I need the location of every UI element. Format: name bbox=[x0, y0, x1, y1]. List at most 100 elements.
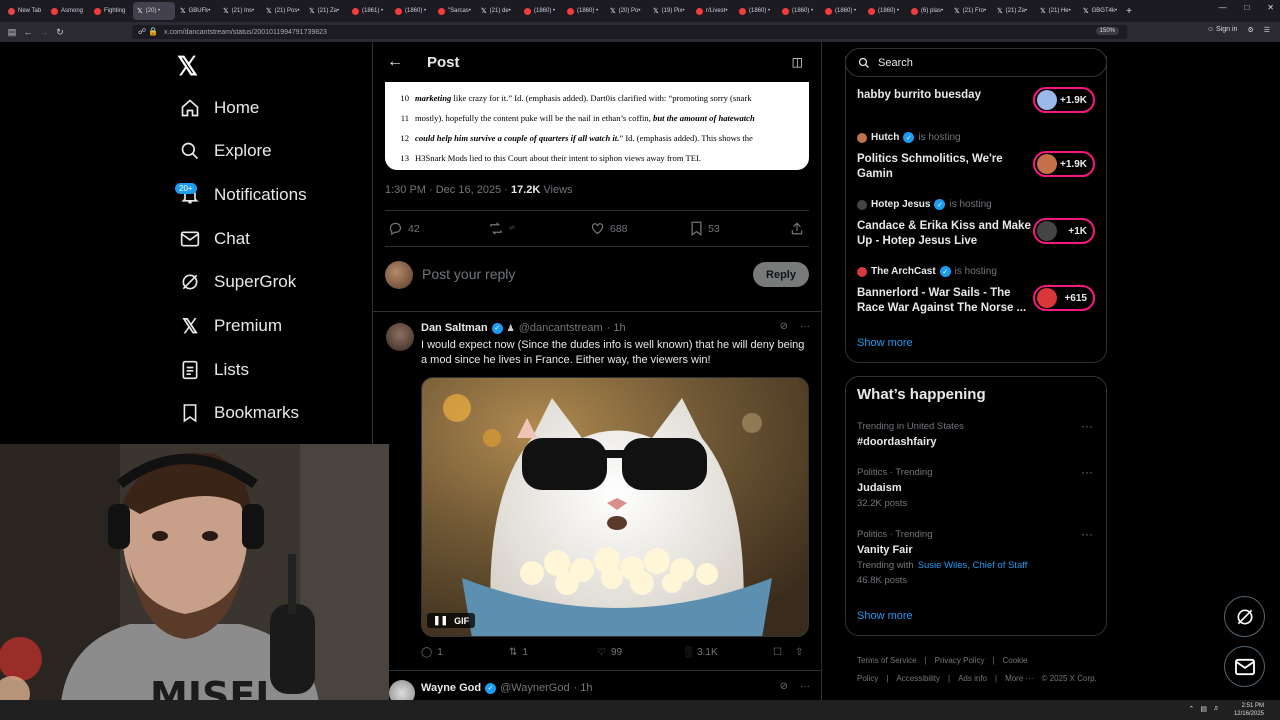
trending-with-links[interactable]: Susie Wiles, Chief of Staff bbox=[918, 560, 1028, 571]
space-listeners-pill[interactable]: +1.9K bbox=[1033, 151, 1095, 177]
minimize-icon[interactable]: — bbox=[1218, 3, 1226, 12]
nav-item-notifications[interactable]: 20+ Notifications bbox=[175, 180, 307, 210]
like-action[interactable]: 688 bbox=[590, 221, 628, 236]
nav-item-explore[interactable]: Explore bbox=[180, 136, 272, 166]
browser-tab[interactable]: (1860) • bbox=[778, 2, 820, 20]
more-icon[interactable]: ··· bbox=[1081, 527, 1093, 541]
volume-icon[interactable]: ♬ bbox=[1213, 705, 1220, 713]
avatar[interactable] bbox=[386, 323, 414, 351]
space-host[interactable]: Hutch ✓ is hosting bbox=[857, 132, 961, 143]
bookmark-action[interactable]: ☐ bbox=[773, 647, 782, 658]
browser-tab[interactable]: 𝕏 (19) Pix• bbox=[649, 2, 691, 20]
zoom-level[interactable]: 150% bbox=[1095, 27, 1119, 35]
reply-action[interactable]: 42 bbox=[388, 221, 420, 236]
views-action[interactable]: ░ 3.1K bbox=[685, 647, 718, 658]
trend-name[interactable]: Judaism bbox=[857, 482, 902, 494]
clock[interactable]: 2:51 PM 12/16/2025 bbox=[1234, 702, 1264, 718]
reply-button[interactable]: Reply bbox=[753, 262, 809, 287]
space-host[interactable]: Hotep Jesus ✓ is hosting bbox=[857, 199, 992, 210]
reply-time[interactable]: · 1h bbox=[607, 322, 626, 334]
space-listeners-pill[interactable]: +1K bbox=[1033, 218, 1095, 244]
messages-fab-button[interactable] bbox=[1224, 646, 1265, 687]
footer-link[interactable]: © 2025 X Corp. bbox=[1042, 674, 1097, 683]
reader-mode-icon[interactable]: ◫ bbox=[792, 55, 803, 69]
space-title[interactable]: Bannerlord - War Sails - The Race War Ag… bbox=[857, 286, 1032, 316]
pause-icon[interactable]: ❚❚ bbox=[433, 615, 448, 626]
chevron-up-icon[interactable]: ⌃ bbox=[1189, 705, 1195, 713]
footer-link[interactable]: Accessibility bbox=[896, 674, 940, 683]
browser-tab[interactable]: (1860) • bbox=[821, 2, 863, 20]
browser-tab[interactable]: 𝕏 (21) He• bbox=[1036, 2, 1078, 20]
space-title[interactable]: Politics Schmolitics, We're Gamin bbox=[857, 152, 1032, 182]
trend-name[interactable]: #doordashfairy bbox=[857, 436, 936, 448]
more-icon[interactable]: ··· bbox=[1081, 465, 1093, 479]
browser-tab[interactable]: (1861) • bbox=[348, 2, 390, 20]
extensions-icon[interactable]: ⚙ bbox=[1247, 26, 1253, 34]
account-icon[interactable]: ☺ Sign in bbox=[1207, 26, 1238, 34]
author-handle[interactable]: @WaynerGod bbox=[500, 682, 569, 694]
like-action[interactable]: ♡ 99 bbox=[597, 647, 622, 658]
gif-media[interactable] bbox=[421, 377, 809, 637]
browser-tab[interactable]: (1860) • bbox=[864, 2, 906, 20]
space-listeners-pill[interactable]: +615 bbox=[1033, 285, 1095, 311]
grok-icon[interactable]: ⊘ bbox=[780, 321, 788, 332]
footer-link[interactable]: Terms of Service bbox=[857, 656, 917, 665]
network-icon[interactable]: ▤ bbox=[1200, 705, 1207, 713]
trend-name[interactable]: Vanity Fair bbox=[857, 544, 913, 556]
nav-item-home[interactable]: Home bbox=[180, 93, 259, 123]
reply-input[interactable]: Post your reply bbox=[422, 266, 515, 282]
document-image[interactable]: 10 marketing like crazy for it.” Id. (emp… bbox=[385, 82, 809, 170]
browser-tab[interactable]: 𝕏 (20) Po• bbox=[606, 2, 648, 20]
reply-time[interactable]: · 1h bbox=[574, 682, 593, 694]
browser-tab[interactable]: Asmong bbox=[47, 2, 89, 20]
repost-action[interactable]: ⁴⁰ bbox=[488, 221, 515, 236]
space-title[interactable]: Candace & Erika Kiss and Make Up - Hotep… bbox=[857, 219, 1032, 249]
grok-icon[interactable]: ⊘ bbox=[780, 681, 788, 692]
footer-link[interactable]: More ··· bbox=[1005, 674, 1033, 683]
nav-item-lists[interactable]: Lists bbox=[180, 355, 249, 385]
author-name[interactable]: Dan Saltman bbox=[421, 322, 488, 334]
grok-fab-button[interactable] bbox=[1224, 596, 1265, 637]
browser-tab[interactable]: 𝕏 GBUFk• bbox=[176, 2, 218, 20]
new-tab-icon[interactable]: + bbox=[1126, 6, 1132, 17]
browser-tab[interactable]: 𝕏 (21) Ins• bbox=[219, 2, 261, 20]
repost-action[interactable]: ⇅ 1 bbox=[509, 647, 528, 658]
author-name[interactable]: Wayne God bbox=[421, 682, 481, 694]
browser-tab[interactable]: (1860) • bbox=[391, 2, 433, 20]
bookmark-action[interactable]: 53 bbox=[690, 221, 720, 236]
footer-link[interactable]: Privacy Policy bbox=[935, 656, 985, 665]
browser-tab[interactable]: 𝕏 (21) Fro• bbox=[950, 2, 992, 20]
space-listeners-pill[interactable]: +1.9K bbox=[1033, 87, 1095, 113]
nav-item-bookmarks[interactable]: Bookmarks bbox=[180, 398, 299, 428]
reload-icon[interactable]: ↻ bbox=[52, 27, 68, 38]
browser-tab[interactable]: "Sarcas• bbox=[434, 2, 476, 20]
browser-tab[interactable]: 𝕏 (21) Za• bbox=[305, 2, 347, 20]
share-action[interactable]: ⇧ bbox=[795, 647, 803, 658]
browser-tab[interactable]: 𝕏 (21) de• bbox=[477, 2, 519, 20]
back-arrow-icon[interactable]: ← bbox=[387, 53, 403, 71]
reply-action[interactable]: ◯ 1 bbox=[421, 647, 443, 658]
trends-show-more-link[interactable]: Show more bbox=[857, 610, 913, 622]
browser-tab[interactable]: 𝕏 (21) Za• bbox=[993, 2, 1035, 20]
nav-item-chat[interactable]: Chat bbox=[180, 224, 250, 254]
browser-tab[interactable]: (1860) • bbox=[520, 2, 562, 20]
browser-tab[interactable]: (6) plas• bbox=[907, 2, 949, 20]
x-logo-icon[interactable]: 𝕏 bbox=[177, 53, 205, 79]
share-action[interactable] bbox=[790, 221, 804, 236]
url-bar[interactable]: ☍ 🔒 x.com/dancantstream/status/200101199… bbox=[132, 25, 1127, 39]
browser-tab[interactable]: (1860) • bbox=[735, 2, 777, 20]
sidebar-toggle-icon[interactable]: ▤ bbox=[4, 27, 20, 38]
nav-item-supergrok[interactable]: SuperGrok bbox=[180, 267, 296, 297]
space-host[interactable]: The ArchCast ✓ is hosting bbox=[857, 266, 997, 277]
spaces-show-more-link[interactable]: Show more bbox=[857, 337, 913, 349]
browser-tab[interactable]: 𝕏 (20) • bbox=[133, 2, 175, 20]
footer-link[interactable]: Ads info bbox=[958, 674, 987, 683]
menu-icon[interactable]: ☰ bbox=[1264, 26, 1270, 34]
browser-tab[interactable]: New Tab bbox=[4, 2, 46, 20]
close-icon[interactable]: ✕ bbox=[1267, 3, 1274, 12]
browser-tab[interactable]: 𝕏 (21) Pos• bbox=[262, 2, 304, 20]
gif-badge[interactable]: ❚❚ GIF bbox=[427, 613, 476, 628]
more-icon[interactable]: ··· bbox=[1081, 419, 1093, 433]
browser-tab[interactable]: 𝕏 GBGT4k• bbox=[1079, 2, 1121, 20]
more-icon[interactable]: ··· bbox=[800, 681, 810, 692]
